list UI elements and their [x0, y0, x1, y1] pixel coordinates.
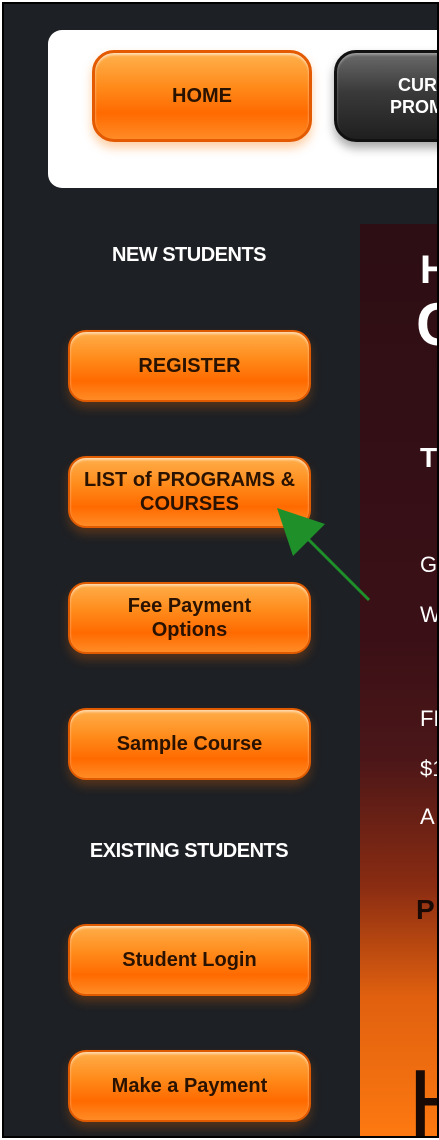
home-button[interactable]: HOME	[92, 50, 312, 142]
content-text-g: G	[420, 552, 438, 577]
content-text-w: W	[420, 602, 439, 627]
top-navigation-bar: HOME CURR PROMO	[48, 30, 437, 188]
programs-label-line1: LIST of PROGRAMS &	[83, 469, 296, 491]
make-a-payment-button[interactable]: Make a Payment	[68, 1050, 311, 1122]
existing-students-heading: EXISTING STUDENTS	[89, 840, 289, 862]
current-promotions-label: CURR PROMO	[389, 75, 437, 117]
fee-label-line2: Options	[151, 619, 228, 641]
fee-payment-options-button[interactable]: Fee Payment Options	[68, 582, 311, 654]
main-content-panel	[360, 224, 437, 1136]
new-students-heading: NEW STUDENTS	[112, 244, 267, 266]
programs-courses-label: LIST of PROGRAMS & COURSES	[84, 468, 295, 516]
content-heading-h: H	[420, 248, 437, 293]
content-text-dollar: $1	[420, 756, 437, 781]
content-subheading-t: T	[420, 442, 438, 473]
content-text-a: A	[420, 804, 435, 829]
content-heading-c: C	[416, 290, 437, 359]
content-text-fe: FE	[420, 706, 437, 731]
programs-label-line2: COURSES	[140, 493, 239, 515]
fee-payment-options-label: Fee Payment Options	[128, 594, 251, 642]
student-login-button[interactable]: Student Login	[68, 924, 311, 996]
content-heading-bottom: H	[408, 1056, 437, 1137]
programs-courses-button[interactable]: LIST of PROGRAMS & COURSES	[68, 456, 311, 528]
sidebar: NEW STUDENTS REGISTER LIST of PROGRAMS &…	[4, 224, 356, 1136]
page-frame: HOME CURR PROMO NEW STUDENTS REGISTER LI…	[2, 2, 439, 1138]
content-subheading-p: P	[416, 894, 435, 925]
fee-label-line1: Fee Payment	[127, 595, 252, 617]
register-button[interactable]: REGISTER	[68, 330, 311, 402]
current-promotions-button[interactable]: CURR PROMO	[334, 50, 437, 142]
sample-course-button[interactable]: Sample Course	[68, 708, 311, 780]
